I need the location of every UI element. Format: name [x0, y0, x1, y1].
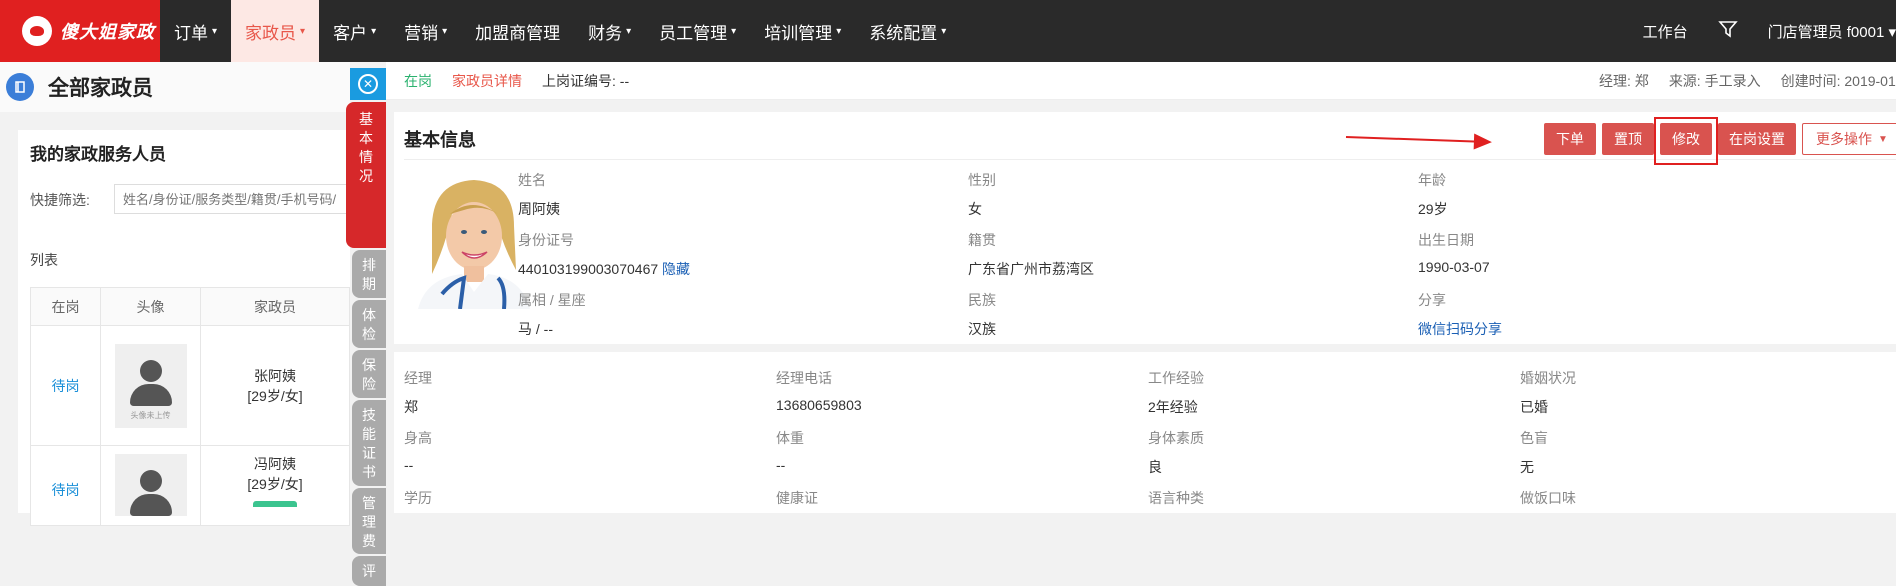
duty-settings-button[interactable]: 在岗设置 — [1718, 123, 1796, 155]
field-name: 姓名 周阿姨 — [518, 172, 560, 217]
top-right-tools: 工作台 门店管理员 f0001 ▾ — [1643, 0, 1896, 62]
field-gender: 性别女 — [968, 172, 996, 217]
col-name: 家政员 — [200, 287, 350, 326]
tab-certificates[interactable]: 技能证书 — [352, 400, 386, 486]
avatar-placeholder: 头像未上传 — [114, 343, 187, 428]
logo-text: 傻大姐家政 — [60, 22, 155, 43]
user-menu[interactable]: 门店管理员 f0001 ▾ — [1768, 21, 1896, 42]
hide-id-link[interactable]: 隐藏 — [662, 261, 690, 277]
chevron-down-icon: ▾ — [371, 25, 377, 37]
menu-orders[interactable]: 订单 ▾ — [160, 0, 231, 62]
field-manager-phone: 经理电话 13680659803 — [776, 370, 862, 413]
duty-status: 在岗 — [404, 72, 432, 89]
col-status: 在岗 — [30, 287, 101, 326]
status-link[interactable]: 待岗 — [52, 482, 80, 498]
field-weight: 体重 -- — [776, 430, 804, 473]
tab-management-fee[interactable]: 管理费 — [352, 488, 386, 554]
menu-customers[interactable]: 客户 ▾ — [319, 0, 390, 62]
avatar-placeholder — [114, 454, 187, 516]
field-share: 分享 微信扫码分享 — [1418, 292, 1502, 337]
chevron-down-icon: ▾ — [731, 25, 737, 37]
notification-icon[interactable] — [1717, 20, 1738, 42]
chevron-down-icon: ▾ — [941, 25, 947, 37]
housekeeper-photo — [412, 174, 532, 309]
basic-info-title: 基本信息 — [404, 130, 476, 150]
detail-info-card: 经理郑 经理电话 13680659803 工作经验 2年经验 婚姻状况 已婚 身高 --… — [394, 352, 1896, 513]
row-name: 冯阿姨 — [254, 456, 296, 472]
quick-filter-input[interactable] — [114, 184, 350, 214]
tab-checkup[interactable]: 体检 — [352, 300, 386, 348]
menu-staff[interactable]: 员工管理 ▾ — [645, 0, 750, 62]
brand-logo[interactable]: 傻大姐家政 — [0, 0, 160, 62]
status-badge — [253, 501, 297, 507]
field-ethnicity: 民族 汉族 — [968, 292, 996, 337]
field-marital: 婚姻状况 已婚 — [1520, 370, 1576, 415]
main-menu: 订单 ▾ 家政员 ▾ 客户 ▾ 营销 ▾ 加盟商管理 财务 ▾ 员工管理 ▾ 培训管理 ▾ 系… — [160, 0, 960, 62]
section-title: 我的家政服务人员 — [30, 145, 166, 164]
table-row[interactable]: 待岗 冯阿姨 [29岁/女] — [30, 445, 350, 526]
menu-marketing[interactable]: 营销 ▾ — [390, 0, 461, 62]
chevron-down-icon: ▾ — [442, 25, 448, 37]
field-id-number: 身份证号 440103199003070467 隐藏 — [518, 232, 691, 277]
caret-down-icon: ▼ — [1878, 133, 1888, 145]
close-icon: ✕ — [358, 74, 378, 94]
row-info: [29岁/女] — [247, 476, 303, 492]
tab-basic-info[interactable]: 基本情况 — [346, 102, 386, 248]
menu-franchise[interactable]: 加盟商管理 — [461, 0, 574, 62]
pin-top-button[interactable]: 置顶 — [1602, 123, 1654, 155]
left-panel-header: 全部家政员 — [0, 62, 350, 112]
menu-housekeepers[interactable]: 家政员 ▾ — [231, 0, 320, 62]
status-link[interactable]: 待岗 — [52, 378, 80, 394]
side-tabs: ✕ 基本情况 排期 体检 保险 技能证书 管理费 评 — [346, 62, 386, 586]
basic-info-card: 基本信息 下单 置顶 修改 在岗设置 更多操作 ▼ 姓名 周阿姨 性别女 年龄 29岁 — [394, 112, 1896, 344]
manager-info: 经理: 郑 — [1599, 73, 1649, 89]
filter-label: 快捷筛选: — [30, 192, 90, 208]
more-actions-button[interactable]: 更多操作 ▼ — [1802, 123, 1896, 155]
menu-finance[interactable]: 财务 ▾ — [574, 0, 645, 62]
created-info: 创建时间: 2019-01-02 — [1780, 73, 1896, 89]
tab-review[interactable]: 评 — [352, 556, 386, 586]
list-label: 列表 — [30, 252, 58, 268]
detail-info-bar: 在岗 家政员详情 上岗证编号: -- 经理: 郑 来源: 手工录入 创建时间: … — [386, 62, 1896, 100]
field-fitness: 身体素质良 — [1148, 430, 1204, 475]
edit-highlight-box — [1654, 117, 1718, 165]
field-zodiac: 属相 / 星座马 / -- — [518, 292, 586, 337]
place-order-button[interactable]: 下单 — [1544, 123, 1596, 155]
chevron-down-icon: ▾ — [212, 25, 218, 37]
menu-training[interactable]: 培训管理 ▾ — [750, 0, 855, 62]
field-experience: 工作经验 2年经验 — [1148, 370, 1204, 415]
chevron-down-icon: ▾ — [836, 25, 842, 37]
chevron-down-icon: ▾ — [300, 25, 306, 37]
chevron-down-icon: ▾ — [626, 25, 632, 37]
housekeeper-table: 在岗 头像 家政员 待岗 头像未上传 张阿姨 [29岁/女] 待岗 冯阿姨 [29岁… — [30, 287, 350, 526]
close-detail-button[interactable]: ✕ — [350, 68, 386, 100]
source-info: 来源: 手工录入 — [1668, 73, 1761, 89]
top-nav-bar: 傻大姐家政 订单 ▾ 家政员 ▾ 客户 ▾ 营销 ▾ 加盟商管理 财务 ▾ 员工管理 ▾ 培… — [0, 0, 1896, 62]
field-birthdate: 出生日期 1990-03-07 — [1418, 232, 1490, 275]
field-color-blind: 色盲无 — [1520, 430, 1548, 475]
meta-info: 经理: 郑 来源: 手工录入 创建时间: 2019-01-02 — [1579, 62, 1896, 100]
tab-insurance[interactable]: 保险 — [352, 350, 386, 398]
wechat-share-link[interactable]: 微信扫码分享 — [1418, 321, 1502, 337]
tab-schedule[interactable]: 排期 — [352, 250, 386, 298]
license-number: 上岗证编号: -- — [542, 72, 630, 89]
field-origin: 籍贯 广东省广州市荔湾区 — [968, 232, 1094, 277]
row-info: [29岁/女] — [247, 387, 303, 404]
field-manager: 经理郑 — [404, 370, 432, 415]
field-height: 身高 -- — [404, 430, 432, 473]
row-name: 张阿姨 — [254, 367, 296, 384]
field-age: 年龄 29岁 — [1418, 172, 1448, 217]
page-title: 全部家政员 — [48, 77, 153, 100]
logo-face-icon — [22, 16, 52, 46]
col-avatar: 头像 — [100, 287, 201, 326]
breadcrumb-detail: 家政员详情 — [452, 72, 522, 89]
list-card: 列表 在岗 头像 家政员 待岗 头像未上传 张阿姨 [29岁/女] 待岗 冯阿姨 [… — [18, 232, 350, 526]
menu-settings[interactable]: 系统配置 ▾ — [855, 0, 960, 62]
table-row[interactable]: 待岗 头像未上传 张阿姨 [29岁/女] — [30, 325, 350, 446]
book-icon — [6, 73, 34, 101]
detail-main: 在岗 家政员详情 上岗证编号: -- 经理: 郑 来源: 手工录入 创建时间: … — [386, 62, 1896, 513]
workbench-link[interactable]: 工作台 — [1643, 21, 1688, 42]
